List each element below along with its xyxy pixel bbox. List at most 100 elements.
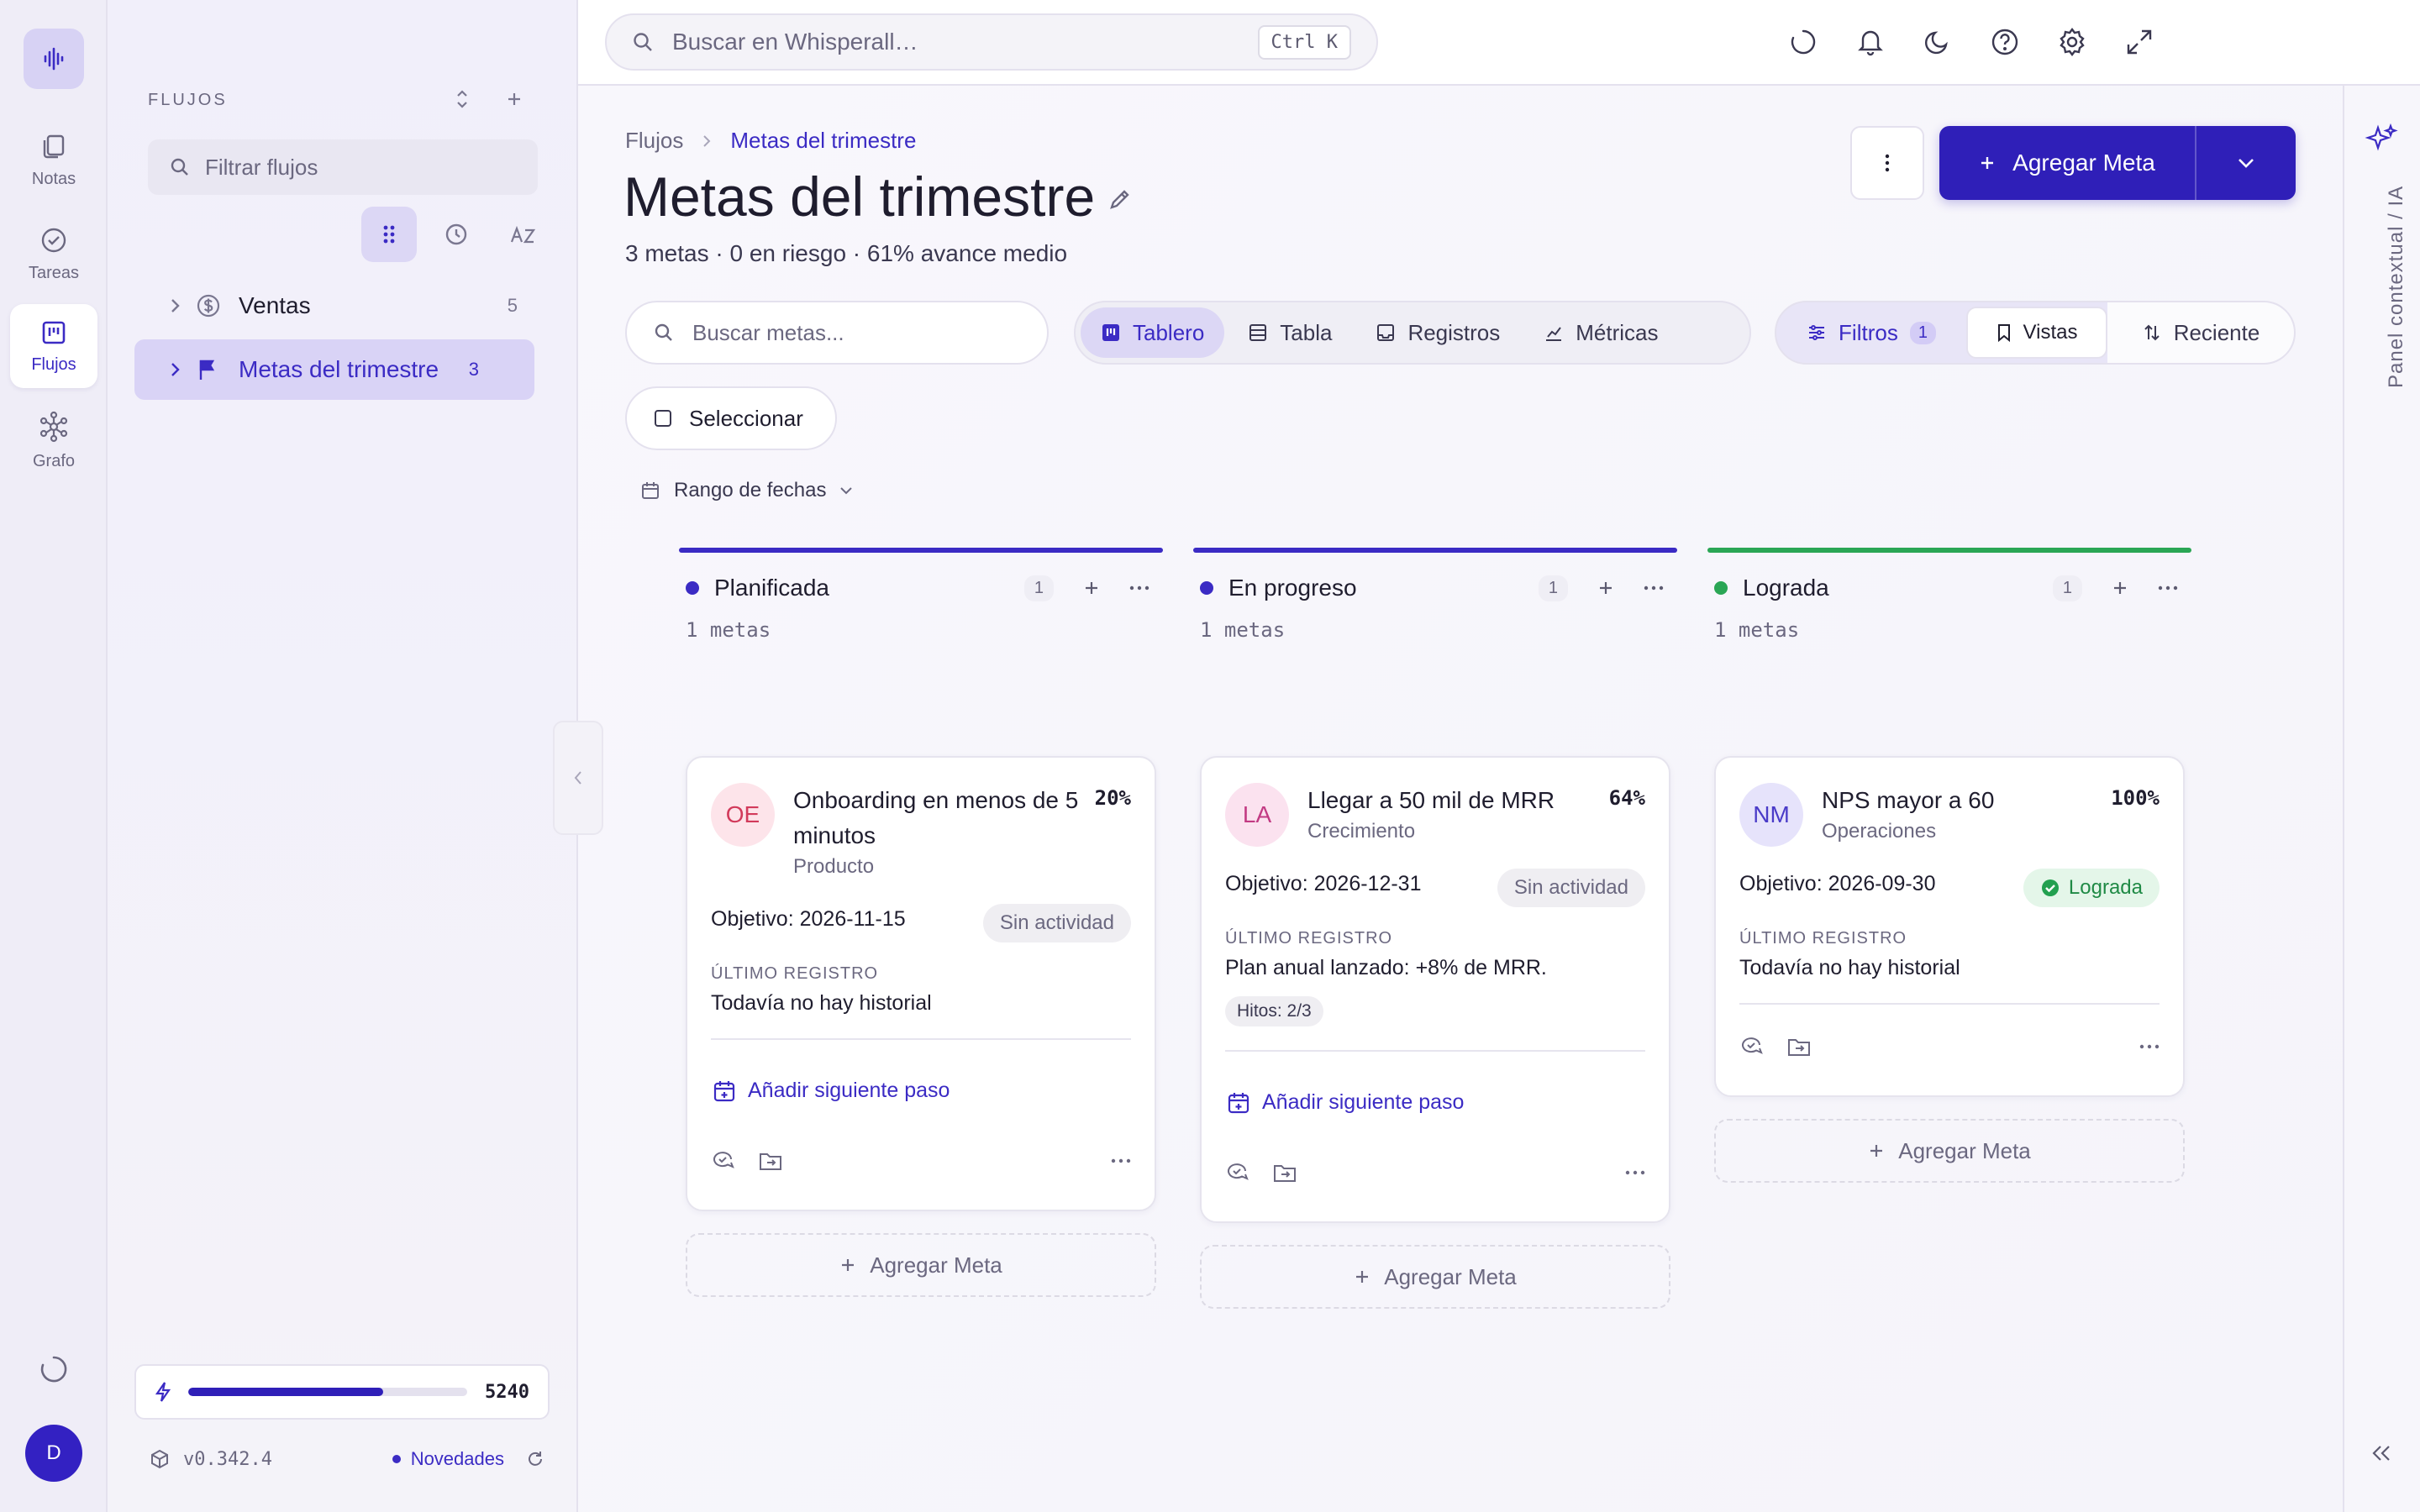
top-actions <box>1786 24 2156 60</box>
tab-registros[interactable]: Registros <box>1355 307 1520 358</box>
folder-move-icon[interactable] <box>1786 1036 1812 1058</box>
news-label: Novedades <box>410 1448 504 1469</box>
alpha-order-button[interactable] <box>496 207 551 262</box>
column-name: Planificada <box>714 575 829 601</box>
view-tabs: Tablero Tabla Registros Métricas <box>1074 301 1751 365</box>
add-goal-to-column-button[interactable]: Agregar Meta <box>686 1233 1156 1297</box>
plus-icon[interactable] <box>1593 580 1618 596</box>
global-search-placeholder: Buscar en Whisperall… <box>672 29 918 55</box>
chevron-left-icon <box>573 769 583 786</box>
goal-area: Crecimiento <box>1307 820 1416 843</box>
sort-recent-button[interactable]: Reciente <box>2107 302 2294 363</box>
add-flow-icon[interactable] <box>501 86 528 113</box>
breadcrumb-current[interactable]: Metas del trimestre <box>730 128 916 154</box>
chevron-right-icon[interactable] <box>158 361 192 378</box>
select-button[interactable]: Seleccionar <box>625 386 837 450</box>
user-avatar[interactable]: D <box>25 1425 82 1482</box>
tab-metricas[interactable]: Métricas <box>1523 307 1678 358</box>
rail-item-tareas[interactable]: Tareas <box>10 212 97 296</box>
folder-move-icon[interactable] <box>1272 1162 1297 1184</box>
help-icon[interactable] <box>1988 24 2022 60</box>
filters-button[interactable]: Filtros 1 <box>1776 302 1966 363</box>
pencil-icon[interactable] <box>1107 186 1133 212</box>
comment-add-icon[interactable] <box>1739 1035 1766 1058</box>
status-badge: Lograda <box>2023 869 2160 907</box>
icon-rail: Notas Tareas Flujos Grafo D <box>0 0 108 1512</box>
search-icon <box>654 323 674 343</box>
more-horizontal-icon[interactable] <box>2139 1044 2160 1049</box>
check-circle-icon <box>2040 878 2060 898</box>
graph-icon <box>37 410 71 444</box>
moon-icon[interactable] <box>1921 24 1954 60</box>
column-color-bar <box>1193 548 1677 553</box>
more-horizontal-icon[interactable] <box>2151 585 2185 591</box>
context-panel: Panel contextual / IA <box>2343 86 2420 1512</box>
sparkles-icon[interactable] <box>2365 123 2398 156</box>
chevron-right-icon[interactable] <box>158 297 192 314</box>
add-goal-dropdown[interactable] <box>2196 157 2296 169</box>
card-divider <box>1739 1003 2160 1005</box>
credits-value: 5240 <box>485 1381 529 1403</box>
column-status-dot <box>1200 581 1213 595</box>
sync-spinner-icon[interactable] <box>1786 24 1820 60</box>
app-logo[interactable] <box>24 29 84 89</box>
gear-icon[interactable] <box>2055 24 2089 60</box>
sort-toggle-icon[interactable] <box>449 86 476 113</box>
news-link[interactable]: Novedades <box>392 1448 504 1470</box>
breadcrumb-root[interactable]: Flujos <box>625 128 683 154</box>
add-goal-label: Agregar Meta <box>1384 1263 1517 1289</box>
rail-label: Notas <box>31 169 76 188</box>
more-horizontal-icon[interactable] <box>1637 585 1670 591</box>
global-search-input[interactable]: Buscar en Whisperall… Ctrl K <box>605 13 1378 71</box>
sort-az-icon <box>509 222 538 247</box>
board-icon <box>39 318 68 347</box>
add-goal-button[interactable]: Agregar Meta <box>1939 126 2196 200</box>
comment-add-icon[interactable] <box>711 1149 738 1173</box>
expand-icon[interactable] <box>2123 24 2156 60</box>
column-header: Planificada 1 <box>679 575 1163 601</box>
more-horizontal-icon[interactable] <box>1625 1170 1645 1175</box>
views-label: Vistas <box>2023 321 2078 344</box>
goal-title-block: NPS mayor a 60 Operaciones <box>1822 783 2107 845</box>
grip-icon <box>381 223 397 245</box>
more-horizontal-icon[interactable] <box>1111 1158 1131 1163</box>
add-goal-to-column-button[interactable]: Agregar Meta <box>1200 1245 1670 1309</box>
flow-item-metas-del-trimestre[interactable]: Metas del trimestre 3 <box>134 339 534 400</box>
more-actions-button[interactable] <box>1850 126 1924 200</box>
goal-objective: Objetivo: 2026-12-31 <box>1225 872 1422 895</box>
column-color-bar <box>679 548 1163 553</box>
bell-icon[interactable] <box>1854 24 1887 60</box>
column-subtitle: 1 metas <box>686 618 771 642</box>
folder-move-icon[interactable] <box>758 1150 783 1172</box>
tab-tabla[interactable]: Tabla <box>1228 307 1352 358</box>
plus-icon[interactable] <box>2107 580 2133 596</box>
goal-card[interactable]: LA Llegar a 50 mil de MRR Crecimiento 64… <box>1200 756 1670 1223</box>
add-next-step-button[interactable]: Añadir siguiente paso <box>1227 1090 1464 1115</box>
app-version: v0.342.4 <box>183 1448 272 1470</box>
rail-item-grafo[interactable]: Grafo <box>10 398 97 482</box>
plus-icon[interactable] <box>1079 580 1104 596</box>
rail-item-flujos[interactable]: Flujos <box>10 304 97 388</box>
column-status-dot <box>1714 581 1728 595</box>
views-button[interactable]: Vistas <box>1966 307 2107 359</box>
refresh-icon[interactable] <box>526 1450 544 1468</box>
date-range-dropdown[interactable]: Rango de fechas <box>640 479 853 502</box>
add-next-step-button[interactable]: Añadir siguiente paso <box>713 1079 950 1103</box>
flow-item-ventas[interactable]: Ventas 5 <box>134 276 534 336</box>
more-horizontal-icon[interactable] <box>1123 585 1156 591</box>
comment-add-icon[interactable] <box>1225 1161 1252 1184</box>
goal-card[interactable]: NM NPS mayor a 60 Operaciones 100% Objet… <box>1714 756 2185 1097</box>
drag-order-button[interactable] <box>361 207 417 262</box>
column-count: 1 <box>1023 575 1054 601</box>
filter-flows-input[interactable]: Filtrar flujos <box>148 139 538 195</box>
milestones-chip: Hitos: 2/3 <box>1225 996 1323 1026</box>
rail-item-notas[interactable]: Notas <box>10 118 97 202</box>
goal-card[interactable]: OE Onboarding en menos de 5 minutos Prod… <box>686 756 1156 1211</box>
chevrons-left-icon[interactable] <box>2370 1443 2393 1463</box>
sidebar-collapse-handle[interactable] <box>553 721 603 835</box>
loading-spinner-icon <box>37 1352 71 1386</box>
goal-search-input[interactable]: Buscar metas... <box>625 301 1049 365</box>
recent-order-button[interactable] <box>429 207 484 262</box>
tab-tablero[interactable]: Tablero <box>1081 307 1225 358</box>
add-goal-to-column-button[interactable]: Agregar Meta <box>1714 1119 2185 1183</box>
